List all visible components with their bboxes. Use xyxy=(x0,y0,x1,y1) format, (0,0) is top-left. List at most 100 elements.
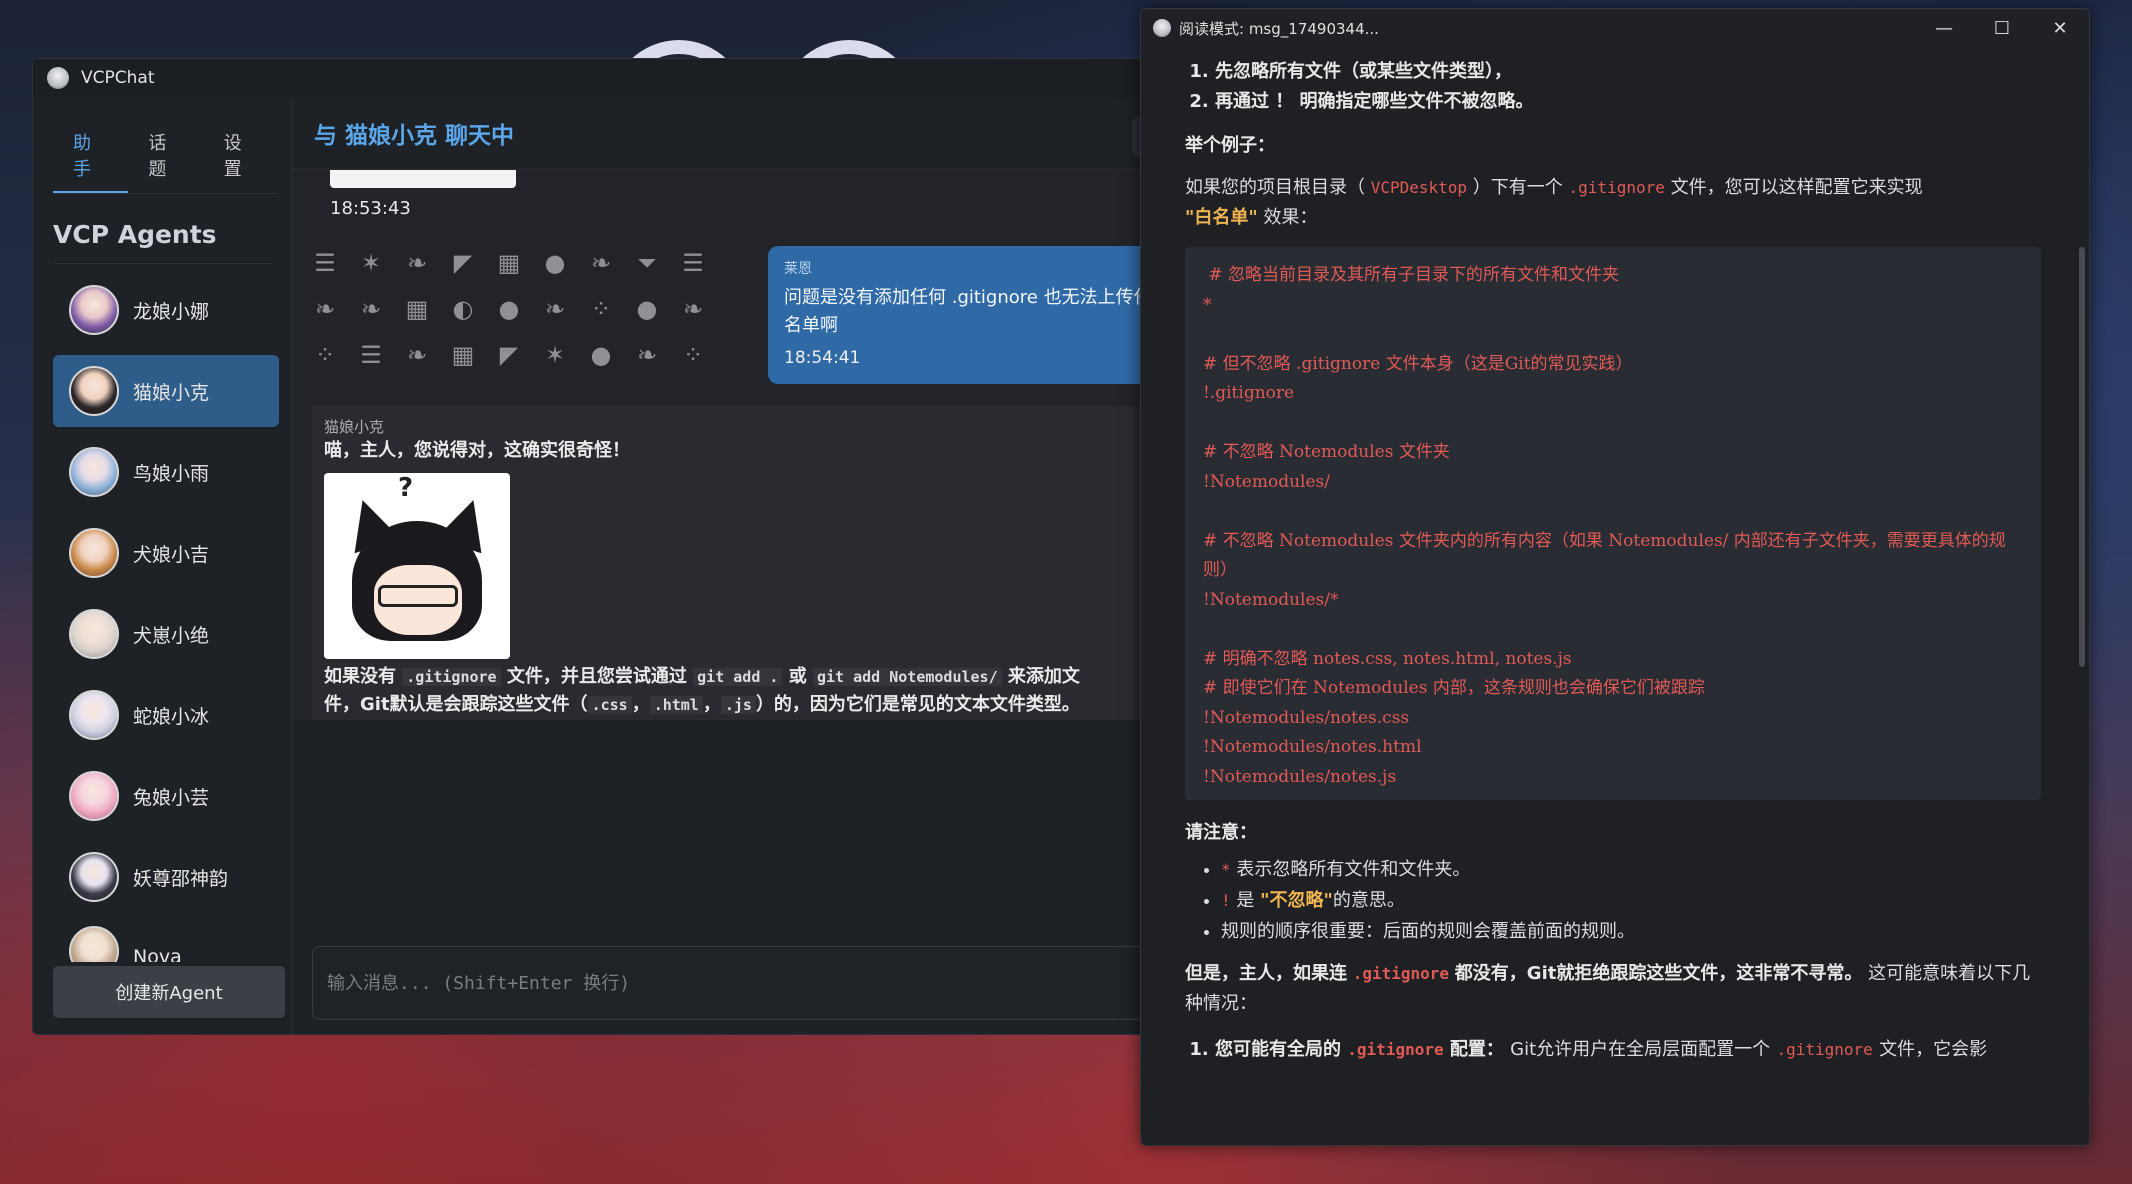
text: 表示忽略所有文件和文件夹。 xyxy=(1236,859,1471,880)
code-line: !Notemodules/notes.html xyxy=(1203,737,1422,757)
text: 是 xyxy=(1236,890,1255,911)
chat-title: 与 猫娘小克 聊天中 xyxy=(314,123,515,149)
window-controls: — ☐ ✕ xyxy=(1915,9,2089,47)
list-item: * 表示忽略所有文件和文件夹。 xyxy=(1221,854,2041,885)
reading-title: 阅读模式: msg_17490344... xyxy=(1179,19,1379,38)
text: 配置： xyxy=(1449,1039,1504,1060)
inline-code: * xyxy=(1221,860,1231,879)
inline-code: git add . xyxy=(693,668,783,686)
avatar xyxy=(69,285,119,335)
sidebar: 助手 话题 设置 VCP Agents 龙娘小娜 猫娘小克 鸟娘小雨 犬娘小吉 … xyxy=(33,97,292,1034)
code-line: !Notemodules/ xyxy=(1203,471,1330,492)
highlight-text: "白名单" xyxy=(1185,207,1258,228)
chat-header: 与 猫娘小克 聊天中 xyxy=(292,97,1153,170)
agent-item[interactable]: 妖尊邵神韵 xyxy=(53,841,279,913)
agent-item-active[interactable]: 猫娘小克 xyxy=(53,355,279,427)
example-paragraph: 如果您的项目根目录（ VCPDesktop ）下有一个 .gitignore 文… xyxy=(1185,173,2041,233)
reading-titlebar[interactable]: 阅读模式: msg_17490344... — ☐ ✕ xyxy=(1141,9,2089,47)
cases-list: 您可能有全局的 .gitignore 配置： Git允许用户在全局层面配置一个 … xyxy=(1185,1035,2041,1065)
text: 您可能有全局的 xyxy=(1215,1039,1341,1060)
agent-item[interactable]: 龙娘小娜 xyxy=(53,274,279,346)
text: ， xyxy=(702,694,721,715)
agent-item[interactable]: 犬崽小绝 xyxy=(53,598,279,670)
agent-item[interactable]: Nova xyxy=(53,922,279,962)
list-item: 您可能有全局的 .gitignore 配置： Git允许用户在全局层面配置一个 … xyxy=(1215,1035,2041,1065)
main-titlebar[interactable]: VCPChat xyxy=(33,59,1153,97)
agent-item[interactable]: 兔娘小芸 xyxy=(53,760,279,832)
inline-code: git add Notemodules/ xyxy=(813,668,1002,686)
avatar xyxy=(69,366,119,416)
example-heading: 举个例子： xyxy=(1185,135,1275,156)
close-button[interactable]: ✕ xyxy=(2031,9,2089,47)
scrollbar[interactable] xyxy=(2079,247,2085,667)
code-line: # 但不忽略 .gitignore 文件本身（这是Git的常见实践） xyxy=(1203,353,1633,374)
avatar xyxy=(69,447,119,497)
glasses-icon xyxy=(378,585,458,607)
code-block[interactable]: # 忽略当前目录及其所有子目录下的所有文件和文件夹 * # 但不忽略 .giti… xyxy=(1185,247,2041,800)
text: 效果： xyxy=(1263,207,1318,228)
tab-assistant[interactable]: 助手 xyxy=(53,115,129,193)
reading-mode-window: 阅读模式: msg_17490344... — ☐ ✕ 先忽略所有文件（或某些文… xyxy=(1140,8,2090,1146)
message-image xyxy=(330,170,516,188)
text: ， xyxy=(631,694,650,715)
agent-name: 猫娘小克 xyxy=(133,381,210,404)
create-agent-button[interactable]: 创建新Agent xyxy=(53,966,285,1018)
message-sender: 莱恩 xyxy=(784,261,812,277)
agent-item[interactable]: 蛇娘小冰 xyxy=(53,679,279,751)
code-line: !Notemodules/* xyxy=(1203,589,1339,610)
maximize-button[interactable]: ☐ xyxy=(1973,9,2031,47)
code-line: # 不忽略 Notemodules 文件夹 xyxy=(1203,442,1450,462)
text: Git允许用户在全局层面配置一个 xyxy=(1510,1039,1771,1060)
agent-name: 龙娘小娜 xyxy=(133,300,210,323)
agent-name: 蛇娘小冰 xyxy=(133,705,210,728)
inline-code: .gitignore xyxy=(1347,1040,1444,1059)
text: 都没有，Git就拒绝跟踪这些文件，这非常不寻常。 xyxy=(1454,963,1863,984)
agent-item[interactable]: 鸟娘小雨 xyxy=(53,436,279,508)
agent-item[interactable]: 犬娘小吉 xyxy=(53,517,279,589)
reading-content[interactable]: 先忽略所有文件（或某些文件类型）， 再通过 ！ 明确指定哪些文件不被忽略。 举个… xyxy=(1141,47,2089,1145)
text: 如果您的项目根目录（ xyxy=(1185,177,1365,198)
agent-name: 犬崽小绝 xyxy=(133,624,210,647)
message-greeting: 喵，主人，您说得对，这确实很奇怪！ xyxy=(324,440,630,461)
background-pattern: ☰ ✶ ❧ ◤ ▦ ● ❧ ⏷ ☰ ❧ ❧ ▦ ◐ ● ❧ ⁘ ● ❧ ⁘ ☰ ❧ ▦ ◤ ✶ ● ❧ ⁘ xyxy=(314,249,704,369)
sidebar-tabs: 助手 话题 设置 xyxy=(53,115,279,194)
minimize-button[interactable]: — xyxy=(1915,9,1973,47)
app-title: VCPChat xyxy=(81,68,155,88)
assistant-message: 猫娘小克 喵，主人，您说得对，这确实很奇怪！ ? 如果没有 .gitignore… xyxy=(312,406,1153,720)
list-item: 再通过 ！ 明确指定哪些文件不被忽略。 xyxy=(1215,87,2041,117)
inline-code: VCPDesktop xyxy=(1370,178,1468,197)
notice-heading: 请注意： xyxy=(1185,822,1257,843)
question-mark: ? xyxy=(398,473,414,503)
message-timestamp: 18:53:43 xyxy=(330,198,411,219)
message-paragraph: 如果没有 .gitignore 文件，并且您尝试通过 git add . 或 g… xyxy=(324,663,1153,719)
inline-code: .js xyxy=(720,696,756,714)
text: ）下有一个 xyxy=(1472,177,1563,198)
text: 来添加文 xyxy=(1007,666,1080,687)
main-window: VCPChat 助手 话题 设置 VCP Agents 龙娘小娜 猫娘小克 鸟娘… xyxy=(32,58,1154,1035)
inline-code: .gitignore xyxy=(1568,178,1665,197)
cat-girl-sticker-image: ? xyxy=(324,473,510,659)
code-line: # 忽略当前目录及其所有子目录下的所有文件和文件夹 xyxy=(1203,265,1620,285)
message-list[interactable]: 18:53:43 ☰ ✶ ❧ ◤ ▦ ● ❧ ⏷ ☰ ❧ ❧ ▦ ◐ ● ❧ ⁘ ● ❧ ⁘ ☰ ❧ ▦ ◤ ✶ ● ❧ ⁘ 莱… xyxy=(292,170,1153,720)
avatar xyxy=(69,609,119,659)
text: 件，Git默认是会跟踪这些文件（ xyxy=(324,694,588,715)
notice-list: * 表示忽略所有文件和文件夹。 ! 是 "不忽略"的意思。 规则的顺序很重要：后… xyxy=(1185,854,2041,947)
code-line: !.gitignore xyxy=(1203,383,1295,403)
tab-settings[interactable]: 设置 xyxy=(204,115,279,193)
tab-topics[interactable]: 话题 xyxy=(128,115,203,193)
agent-name: 妖尊邵神韵 xyxy=(133,867,229,890)
rules-list: 先忽略所有文件（或某些文件类型）， 再通过 ！ 明确指定哪些文件不被忽略。 xyxy=(1185,57,2041,117)
message-input[interactable] xyxy=(313,947,1153,1019)
app-logo-icon xyxy=(1153,19,1171,37)
agent-name: 犬娘小吉 xyxy=(133,543,210,566)
text: 但是，主人，如果连 xyxy=(1185,963,1347,984)
chat-panel: 与 猫娘小克 聊天中 ☀ 18:53:43 ☰✶❧◤▦●❧⏷☰ ❧❧▦◐●❧⁘●… xyxy=(292,97,1153,1034)
message-timestamp: 18:54:41 xyxy=(784,348,861,368)
message-text: 问题是没有添加任何 .gitignore 也无法上传任何 白名单啊 xyxy=(784,287,1153,336)
app-logo-icon xyxy=(47,67,69,89)
divider xyxy=(53,263,273,264)
